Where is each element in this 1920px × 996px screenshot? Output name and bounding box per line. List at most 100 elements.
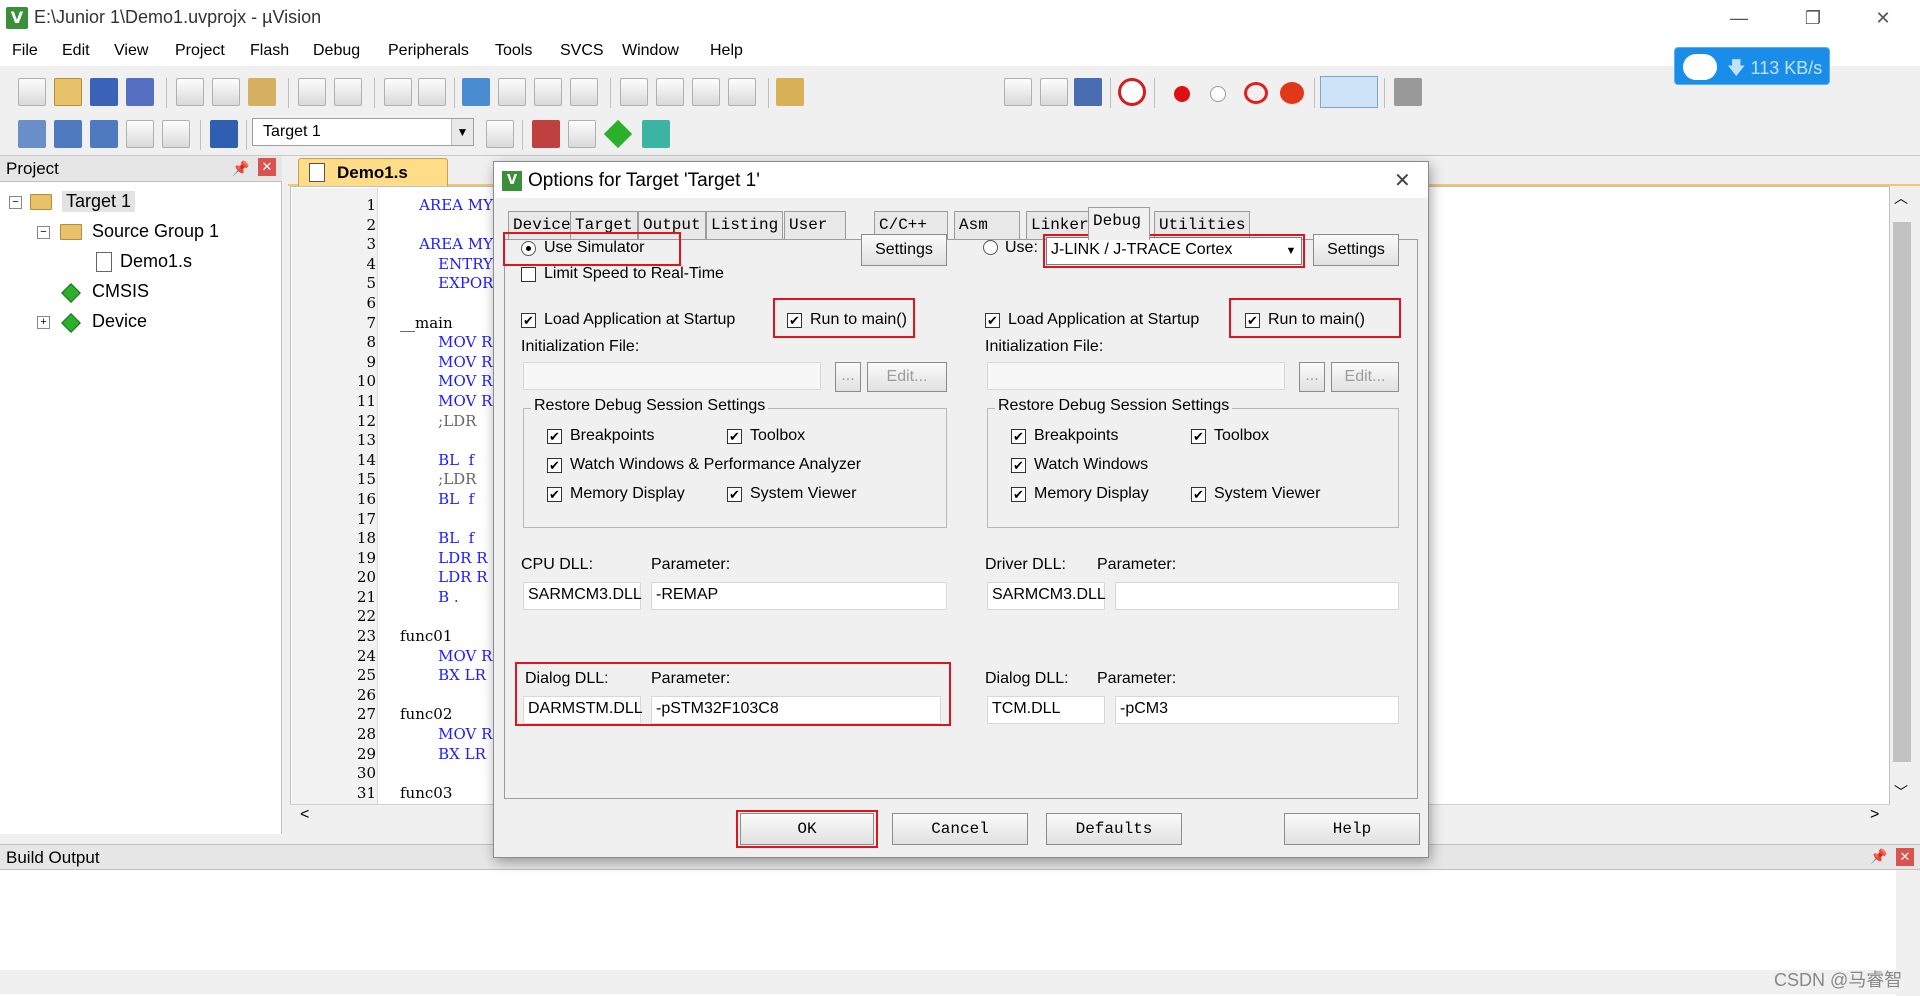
tree-item-demo1[interactable]: Demo1.s	[0, 250, 282, 276]
toolbox-checkbox[interactable]: ✔	[727, 429, 742, 444]
menu-window[interactable]: Window	[622, 42, 679, 60]
run-to-main-checkbox[interactable]: ✔	[787, 313, 802, 328]
driver-dll-input[interactable]: SARMCM3.DLL	[987, 582, 1106, 610]
close-icon[interactable]: ✕	[258, 158, 276, 176]
browse-icon[interactable]	[1074, 78, 1102, 106]
pin-icon[interactable]: 📌	[232, 160, 249, 177]
find-in-files-icon[interactable]	[776, 78, 804, 106]
help-button[interactable]: Help	[1284, 813, 1420, 845]
undo-icon[interactable]	[298, 78, 326, 106]
breakpoint-icon[interactable]	[1174, 86, 1190, 102]
editor-tab-demo1[interactable]: Demo1.s	[298, 158, 448, 186]
kill-breakpoints-icon[interactable]	[1244, 82, 1268, 104]
menu-file[interactable]: File	[12, 42, 38, 60]
build-horizontal-scrollbar[interactable]	[0, 970, 1896, 994]
defaults-button[interactable]: Defaults	[1046, 813, 1182, 845]
init-file-input[interactable]	[523, 362, 821, 390]
stop-build-icon[interactable]	[162, 120, 190, 148]
select-packs-icon[interactable]	[568, 120, 596, 148]
copy-icon[interactable]	[212, 78, 240, 106]
watch-windows-checkbox-hw[interactable]: ✔	[1011, 458, 1026, 473]
init-file-edit-button-hw[interactable]: Edit...	[1331, 362, 1399, 392]
window-layout-icon[interactable]	[1320, 76, 1378, 108]
scroll-up-icon[interactable]: ︿	[1894, 188, 1908, 208]
tab-user[interactable]: User	[784, 211, 846, 239]
scroll-right-icon[interactable]: >	[1870, 806, 1879, 824]
tab-asm[interactable]: Asm	[954, 211, 1020, 239]
indent-icon[interactable]	[620, 78, 648, 106]
limit-speed-checkbox[interactable]	[521, 267, 536, 282]
cpu-dll-input[interactable]: SARMCM3.DLL	[523, 582, 642, 610]
cancel-button[interactable]: Cancel	[892, 813, 1028, 845]
collapse-icon[interactable]: −	[37, 226, 50, 239]
build-output-pane[interactable]	[0, 870, 1920, 996]
nav-forward-icon[interactable]	[418, 78, 446, 106]
system-viewer-checkbox-hw[interactable]: ✔	[1191, 487, 1206, 502]
dialog-dll-input[interactable]: DARMSTM.DLL	[523, 696, 643, 724]
menu-project[interactable]: Project	[175, 42, 225, 60]
comment-icon[interactable]	[692, 78, 720, 106]
init-file-edit-button[interactable]: Edit...	[867, 362, 947, 392]
tree-item-target[interactable]: − Target 1	[0, 190, 282, 216]
tree-item-cmsis[interactable]: CMSIS	[0, 280, 282, 306]
load-app-checkbox[interactable]: ✔	[521, 313, 536, 328]
menu-svcs[interactable]: SVCS	[560, 42, 604, 60]
cut-icon[interactable]	[176, 78, 204, 106]
dialog-dll-input-hw[interactable]: TCM.DLL	[987, 696, 1105, 724]
download-flash-icon[interactable]	[210, 120, 238, 148]
redo-icon[interactable]	[334, 78, 362, 106]
batch-build-icon[interactable]	[126, 120, 154, 148]
menu-view[interactable]: View	[114, 42, 148, 60]
next-bookmark-icon[interactable]	[534, 78, 562, 106]
pin-icon[interactable]: 📌	[1870, 848, 1887, 865]
build-icon[interactable]	[54, 120, 82, 148]
manage-project-items-icon[interactable]	[532, 120, 560, 148]
menu-edit[interactable]: Edit	[62, 42, 90, 60]
nav-back-icon[interactable]	[384, 78, 412, 106]
debug-start-icon[interactable]	[1118, 78, 1146, 106]
cpu-parameter-input[interactable]: -REMAP	[651, 582, 947, 610]
debug-driver-select[interactable]: J-LINK / J-TRACE Cortex ▼	[1046, 237, 1302, 265]
editor-vertical-scrollbar[interactable]: ︿ ﹀	[1890, 186, 1914, 806]
menu-help[interactable]: Help	[710, 42, 743, 60]
configure-icon[interactable]	[1394, 78, 1422, 106]
toolbox-checkbox-hw[interactable]: ✔	[1191, 429, 1206, 444]
menu-tools[interactable]: Tools	[495, 42, 532, 60]
prev-bookmark-icon[interactable]	[498, 78, 526, 106]
close-icon[interactable]: ✕	[1896, 848, 1914, 866]
init-file-input-hw[interactable]	[987, 362, 1285, 390]
pack-installer-icon[interactable]	[642, 120, 670, 148]
close-window-button[interactable]: ✕	[1860, 4, 1906, 32]
unindent-icon[interactable]	[656, 78, 684, 106]
rebuild-icon[interactable]	[90, 120, 118, 148]
system-viewer-checkbox[interactable]: ✔	[727, 487, 742, 502]
init-file-browse-button[interactable]: ...	[835, 362, 861, 392]
breakpoints-checkbox-hw[interactable]: ✔	[1011, 429, 1026, 444]
scroll-down-icon[interactable]: ﹀	[1894, 782, 1908, 802]
save-all-icon[interactable]	[126, 78, 154, 106]
open-file-icon[interactable]	[54, 78, 82, 106]
save-icon[interactable]	[90, 78, 118, 106]
collapse-icon[interactable]: −	[9, 196, 22, 209]
tab-listing[interactable]: Listing	[706, 211, 784, 239]
translate-icon[interactable]	[18, 120, 46, 148]
use-simulator-radio[interactable]	[521, 241, 536, 256]
menu-debug[interactable]: Debug	[313, 42, 360, 60]
dialog-close-button[interactable]: ✕	[1394, 168, 1411, 193]
memory-display-checkbox[interactable]: ✔	[547, 487, 562, 502]
run-to-main-checkbox-hw[interactable]: ✔	[1245, 313, 1260, 328]
memory-display-checkbox-hw[interactable]: ✔	[1011, 487, 1026, 502]
incremental-find-icon[interactable]	[1040, 78, 1068, 106]
editor-scroll-thumb[interactable]	[1893, 222, 1911, 762]
menu-peripherals[interactable]: Peripherals	[388, 42, 469, 60]
tree-item-source-group[interactable]: − Source Group 1	[0, 220, 282, 246]
breakpoints-checkbox[interactable]: ✔	[547, 429, 562, 444]
bookmark-icon[interactable]	[462, 78, 490, 106]
new-file-icon[interactable]	[18, 78, 46, 106]
minimize-button[interactable]: —	[1716, 4, 1762, 32]
simulator-settings-button[interactable]: Settings	[861, 234, 947, 266]
kill-all-breakpoints-icon[interactable]	[1280, 82, 1304, 104]
dialog-parameter-input-hw[interactable]: -pCM3	[1115, 696, 1399, 724]
target-select[interactable]: Target 1 ▼	[252, 118, 474, 146]
options-for-target-icon[interactable]	[486, 120, 514, 148]
